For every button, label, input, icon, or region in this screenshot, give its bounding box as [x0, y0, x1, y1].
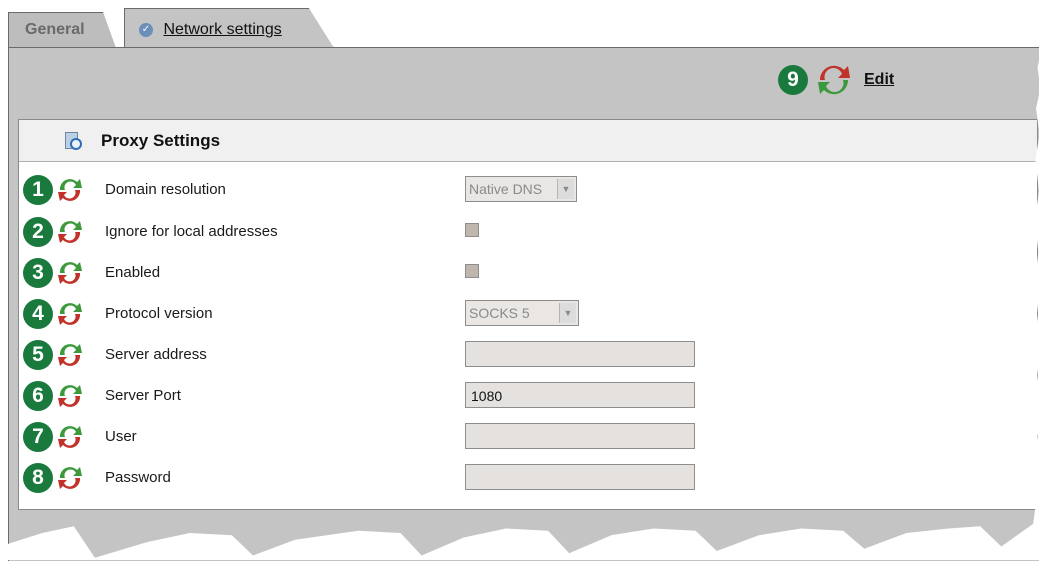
field-label: User: [105, 428, 137, 445]
field-label: Password: [105, 469, 171, 486]
field-label: Protocol version: [105, 305, 213, 322]
dropdown-select[interactable]: Native DNS ▼: [465, 176, 577, 202]
form-row: 6 Server Port 1080: [19, 379, 1037, 415]
callout-badge: 5: [23, 340, 53, 370]
form-row: 7 User: [19, 420, 1037, 456]
callout-badge: 6: [23, 381, 53, 411]
callout-badge: 4: [23, 299, 53, 329]
refresh-icon[interactable]: [55, 381, 85, 411]
refresh-icon[interactable]: [55, 258, 85, 288]
refresh-icon[interactable]: [814, 62, 854, 98]
callout-badge: 3: [23, 258, 53, 288]
callout-badge: 2: [23, 217, 53, 247]
form-row: 2 Ignore for local addresses: [19, 215, 1037, 251]
edit-group: 9 Edit: [778, 62, 894, 98]
document-magnifier-icon: [63, 131, 82, 150]
dropdown-value: SOCKS 5: [469, 305, 530, 321]
check-circle-icon: ✓: [139, 22, 153, 37]
dropdown-select[interactable]: SOCKS 5 ▼: [465, 300, 579, 326]
field-label: Server Port: [105, 387, 181, 404]
proxy-settings-form: Proxy Settings 1 Domain resolution Native …: [18, 119, 1038, 510]
tab-network-settings-label: Network settings: [163, 21, 282, 38]
field-label: Enabled: [105, 264, 161, 281]
field-label: Ignore for local addresses: [105, 223, 278, 240]
tab-general-label: General: [25, 21, 85, 38]
tab-general[interactable]: General: [8, 12, 116, 48]
refresh-icon[interactable]: [55, 422, 85, 452]
tab-network-settings[interactable]: ✓ Network settings: [124, 8, 334, 48]
text-input[interactable]: [465, 423, 695, 449]
callout-badge: 1: [23, 175, 53, 205]
callout-badge: 7: [23, 422, 53, 452]
refresh-icon[interactable]: [55, 463, 85, 493]
form-row: 5 Server address: [19, 338, 1037, 374]
checkbox[interactable]: [465, 264, 479, 278]
section-title: Proxy Settings: [101, 130, 221, 150]
text-input[interactable]: [465, 341, 695, 367]
refresh-icon[interactable]: [55, 299, 85, 329]
form-row: 8 Password: [19, 461, 1037, 497]
form-row: 3 Enabled: [19, 256, 1037, 292]
callout-badge: 8: [23, 463, 53, 493]
dropdown-value: Native DNS: [469, 181, 543, 197]
refresh-icon[interactable]: [55, 340, 85, 370]
form-row: 1 Domain resolution Native DNS ▼: [19, 173, 1037, 209]
chevron-down-icon: ▼: [557, 179, 574, 199]
refresh-icon[interactable]: [55, 175, 85, 205]
checkbox[interactable]: [465, 223, 479, 237]
text-input[interactable]: 1080: [465, 382, 695, 408]
refresh-icon[interactable]: [55, 217, 85, 247]
callout-badge: 9: [778, 65, 808, 95]
section-header: Proxy Settings: [19, 120, 1037, 162]
field-label: Server address: [105, 346, 207, 363]
field-label: Domain resolution: [105, 181, 226, 198]
text-input[interactable]: [465, 464, 695, 490]
edit-link[interactable]: Edit: [864, 71, 894, 89]
chevron-down-icon: ▼: [559, 303, 576, 323]
form-row: 4 Protocol version SOCKS 5 ▼: [19, 297, 1037, 333]
